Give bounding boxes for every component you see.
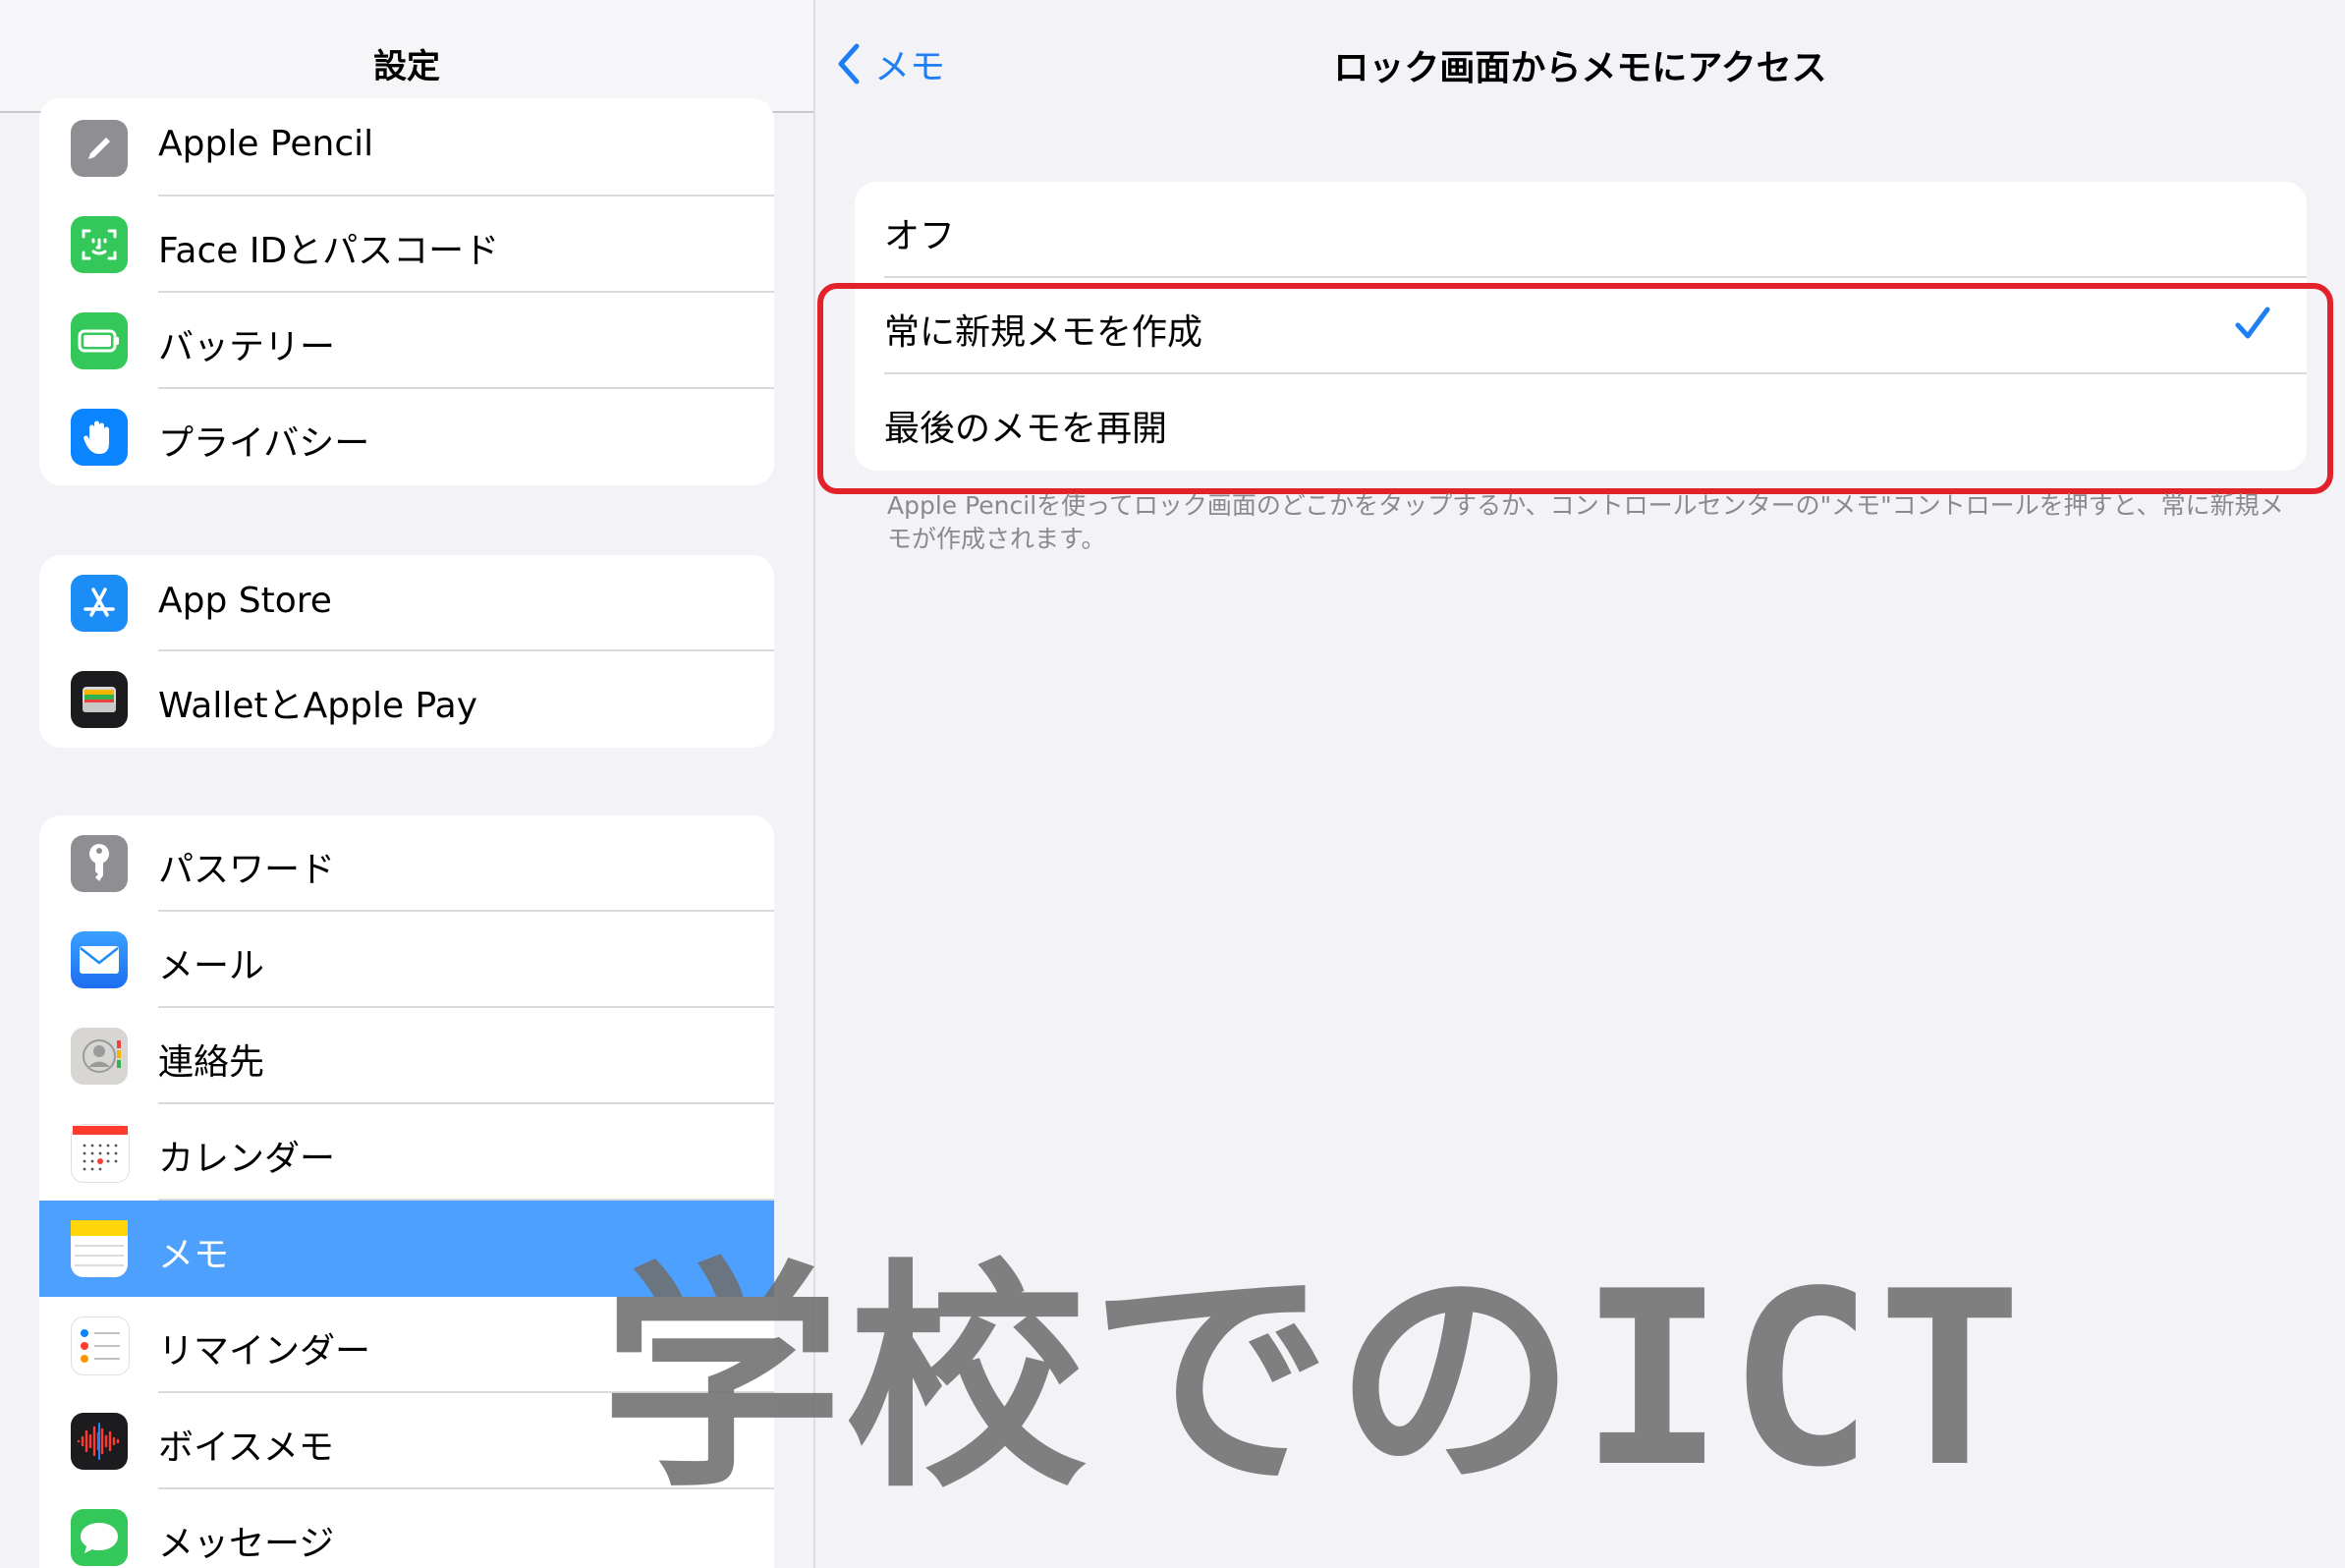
sidebar-item-label: WalletとApple Pay	[158, 686, 478, 726]
sidebar-item-reminders[interactable]: リマインダー	[39, 1297, 774, 1393]
mail-icon	[71, 931, 128, 988]
calendar-icon	[71, 1124, 130, 1183]
sidebar-item-app-store[interactable]: App Store	[39, 555, 774, 651]
voice-memo-icon	[71, 1413, 128, 1470]
option-off[interactable]: オフ	[855, 182, 2307, 278]
settings-group-1: Apple Pencil Face IDとパスコード バッテリー プライバシー	[39, 98, 774, 485]
sidebar-item-label: カレンダー	[158, 1139, 336, 1179]
sidebar-item-label: メール	[158, 946, 265, 986]
sidebar-item-label: App Store	[158, 581, 332, 621]
sidebar-item-label: リマインダー	[158, 1331, 371, 1372]
sidebar-item-passwords[interactable]: パスワード	[39, 815, 774, 912]
sidebar-item-messages[interactable]: メッセージ	[39, 1489, 774, 1568]
detail-pane: メモ ロック画面からメモにアクセス オフ 常に新規メモを作成 最後のメモを再開 …	[815, 0, 2345, 1568]
sidebar-item-label: プライバシー	[158, 423, 370, 464]
sidebar-title: 設定	[373, 47, 440, 86]
page-title: ロック画面からメモにアクセス	[1333, 48, 1827, 88]
sidebar-header: 設定	[0, 0, 813, 113]
option-label: オフ	[884, 216, 956, 256]
messages-icon	[71, 1509, 128, 1566]
sidebar-item-contacts[interactable]: 連絡先	[39, 1008, 774, 1104]
sidebar: 設定 Apple Pencil Face IDとパスコード バッテリー プライバ…	[0, 0, 815, 1568]
sidebar-item-wallet[interactable]: WalletとApple Pay	[39, 651, 774, 748]
battery-icon	[71, 312, 128, 369]
sidebar-item-label: Face IDとパスコード	[158, 231, 500, 271]
sidebar-item-label: ボイスメモ	[158, 1428, 334, 1468]
wallet-icon	[71, 671, 128, 728]
settings-group-2: App Store WalletとApple Pay	[39, 555, 774, 748]
pencil-icon	[71, 120, 128, 177]
sidebar-item-privacy[interactable]: プライバシー	[39, 389, 774, 485]
sidebar-item-label: 連絡先	[158, 1042, 265, 1083]
reminders-icon	[71, 1316, 130, 1375]
options-footer-note: Apple Pencilを使ってロック画面のどこかをタップするか、コントロールセ…	[887, 491, 2284, 553]
key-icon	[71, 835, 128, 892]
sidebar-item-battery[interactable]: バッテリー	[39, 293, 774, 389]
face-id-icon	[71, 216, 128, 273]
sidebar-item-apple-pencil[interactable]: Apple Pencil	[39, 98, 774, 196]
sidebar-item-calendar[interactable]: カレンダー	[39, 1104, 774, 1201]
app-store-icon	[71, 575, 128, 632]
settings-group-3: パスワード メール 連絡先 カレンダー メモ リマインダー ボイスメモ メッセー…	[39, 815, 774, 1568]
sidebar-item-label: Apple Pencil	[158, 124, 374, 164]
sidebar-item-label: パスワード	[158, 850, 336, 890]
sidebar-item-mail[interactable]: メール	[39, 912, 774, 1008]
sidebar-item-voice-memos[interactable]: ボイスメモ	[39, 1393, 774, 1489]
sidebar-item-label: メッセージ	[158, 1524, 335, 1564]
sidebar-item-label: バッテリー	[158, 327, 336, 367]
sidebar-item-face-id[interactable]: Face IDとパスコード	[39, 196, 774, 293]
contacts-icon	[71, 1028, 128, 1085]
sidebar-item-notes[interactable]: メモ	[39, 1201, 774, 1297]
notes-icon	[71, 1220, 128, 1277]
sidebar-item-label: メモ	[158, 1235, 230, 1275]
hand-icon	[71, 409, 128, 466]
highlight-annotation	[817, 283, 2333, 494]
